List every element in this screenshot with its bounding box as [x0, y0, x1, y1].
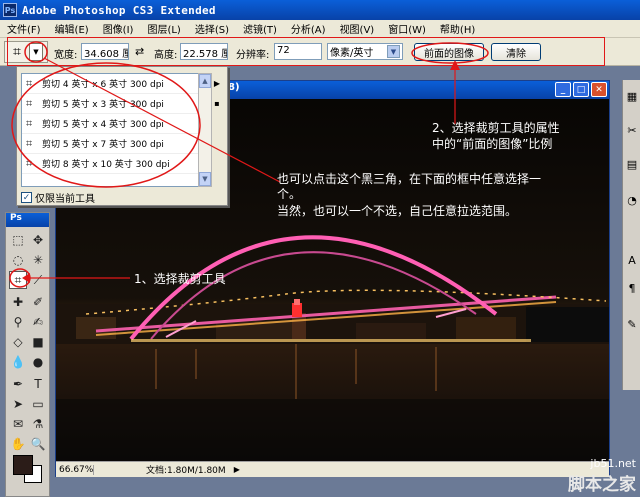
annotation-step2-line2: 中的“前面的图像”比例	[432, 137, 553, 151]
annotation-step1: 1、选择裁剪工具	[134, 272, 226, 286]
watermark: jb51.net 脚本之家	[568, 457, 636, 495]
annotation-note-line1: 也可以点击这个黑三角，在下面的框中任意选择一	[277, 172, 542, 186]
annotation-circle	[411, 42, 489, 64]
annotation-note-line2: 个。	[277, 187, 302, 201]
annotation-note-line3: 当然，也可以一个不选，自己任意拉选范围。	[277, 204, 518, 218]
annotation-overlay	[9, 41, 489, 288]
annotation-circle	[24, 41, 48, 63]
annotation-step2-line1: 2、选择裁剪工具的属性	[432, 121, 560, 135]
annotation-arrow	[43, 57, 281, 183]
watermark-name: 脚本之家	[568, 475, 636, 495]
watermark-site: jb51.net	[590, 457, 636, 470]
